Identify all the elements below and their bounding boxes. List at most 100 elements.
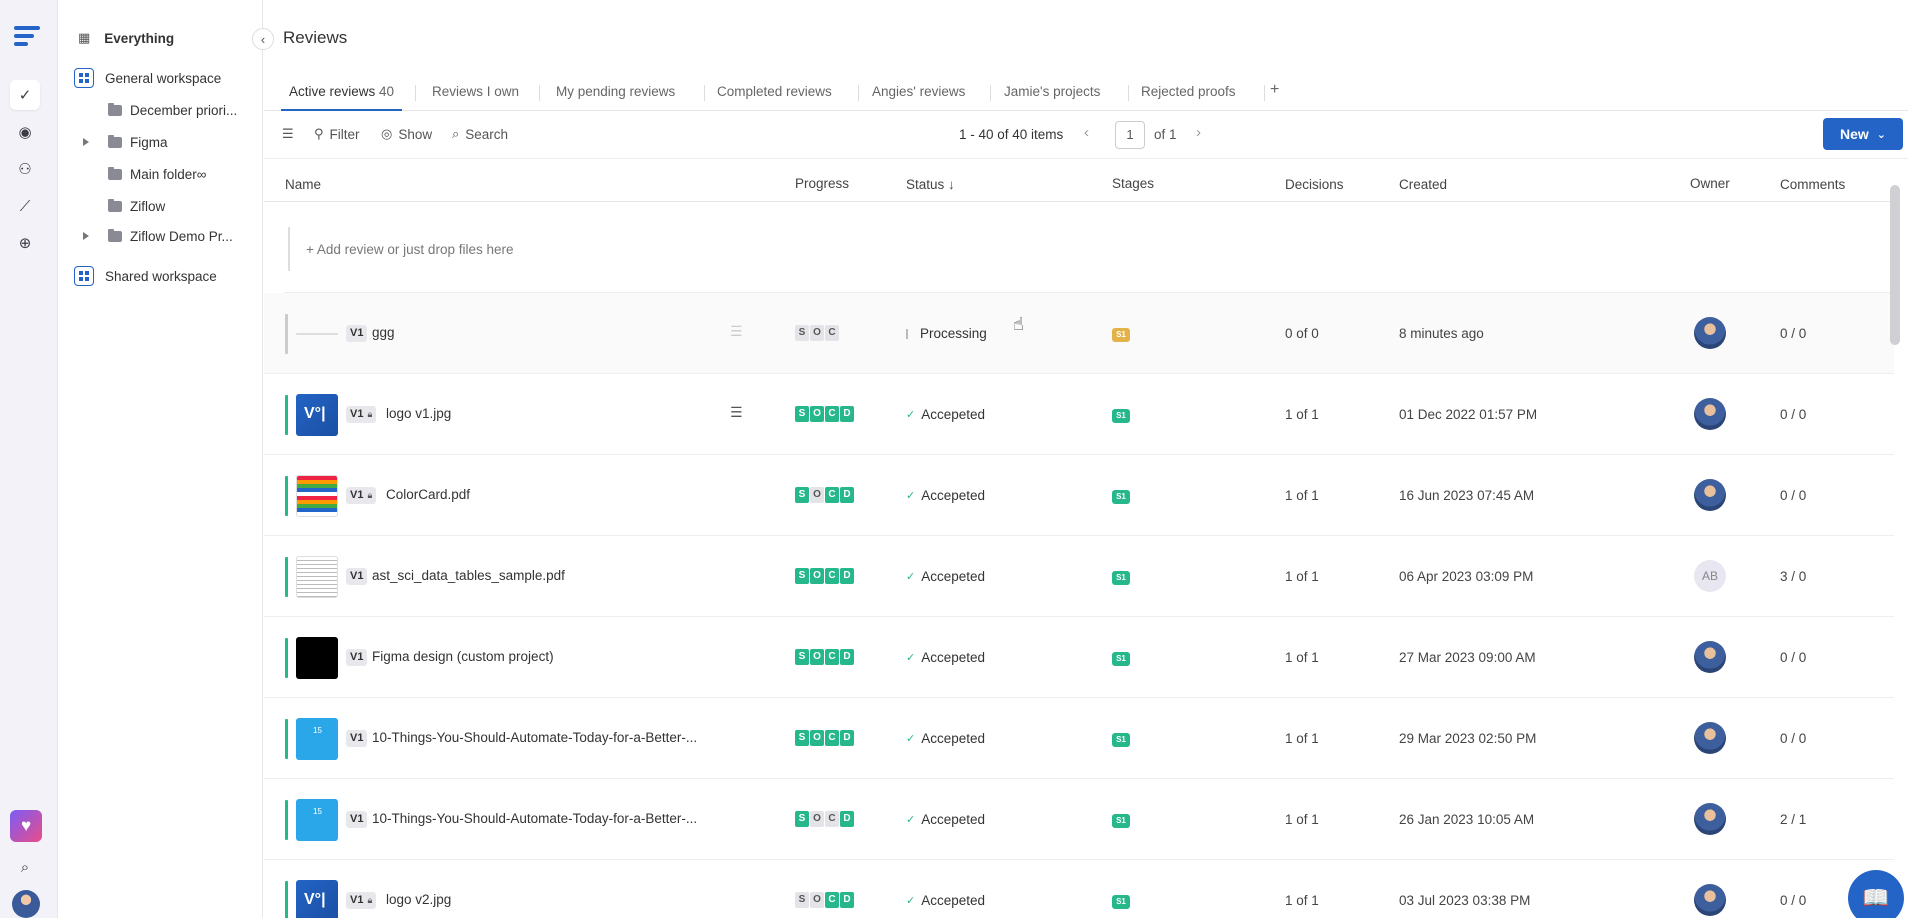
expand-caret-icon[interactable]: [83, 138, 89, 146]
file-name[interactable]: logo v1.jpg: [386, 406, 451, 421]
new-button[interactable]: New ⌄: [1823, 118, 1903, 150]
filter-button[interactable]: ⚲ Filter: [314, 126, 360, 142]
col-comments[interactable]: Comments: [1780, 177, 1845, 192]
tab-reviews-i-own[interactable]: Reviews I own: [432, 84, 519, 99]
add-review-row[interactable]: + Add review or just drop files here: [284, 205, 1894, 293]
status-label: Processing: [920, 326, 987, 341]
avatar[interactable]: [1694, 884, 1726, 916]
mouse-cursor-icon: ☝: [1013, 314, 1024, 334]
file-name[interactable]: logo v2.jpg: [386, 892, 451, 907]
col-status[interactable]: Status ↓: [906, 177, 955, 192]
thumbnail[interactable]: [296, 556, 338, 598]
thumbnail[interactable]: [296, 718, 338, 760]
file-name[interactable]: ggg: [372, 325, 395, 340]
tab-jamies-projects[interactable]: Jamie's projects: [1004, 84, 1100, 99]
stage-badge[interactable]: S1: [1112, 409, 1130, 423]
heart-icon[interactable]: ♥: [10, 810, 42, 842]
sidebar-item-shared-workspace[interactable]: Shared workspace: [58, 262, 217, 290]
stage-badge[interactable]: S1: [1112, 733, 1130, 747]
stage-badge[interactable]: S1: [1112, 571, 1130, 585]
thumbnail[interactable]: [296, 475, 338, 517]
page-input[interactable]: 1: [1115, 121, 1145, 149]
file-name[interactable]: ast_sci_data_tables_sample.pdf: [372, 568, 565, 583]
avatar[interactable]: [1694, 479, 1726, 511]
tab-my-pending-reviews[interactable]: My pending reviews: [556, 84, 675, 99]
collapse-sidebar-button[interactable]: ‹: [252, 28, 274, 50]
row-accent: [285, 638, 288, 678]
avatar[interactable]: [1694, 722, 1726, 754]
col-created[interactable]: Created: [1399, 177, 1447, 192]
thumbnail[interactable]: [296, 799, 338, 841]
eye-icon[interactable]: ◉: [13, 120, 37, 144]
search-button[interactable]: ⌕ Search: [452, 126, 508, 142]
progress-step: O: [810, 892, 824, 908]
thumbnail[interactable]: [296, 880, 338, 918]
people-icon[interactable]: ⚇: [13, 157, 37, 181]
stage-badge[interactable]: S1: [1112, 328, 1130, 342]
tab-angies-reviews[interactable]: Angies' reviews: [872, 84, 965, 99]
thumbnail[interactable]: [296, 333, 338, 335]
thumbnail[interactable]: [296, 394, 338, 436]
stage-badge[interactable]: S1: [1112, 895, 1130, 909]
progress-steps: SOCD: [795, 406, 854, 422]
table-row[interactable]: V1 ggg ☰ S O C Processing S1 0 of 0 8 minutes ago…: [264, 293, 1894, 374]
logo-icon[interactable]: [14, 26, 40, 52]
comments-menu-icon[interactable]: ☰: [730, 323, 743, 340]
progress-step: C: [825, 406, 839, 422]
file-name[interactable]: Figma design (custom project): [372, 649, 554, 664]
scrollbar[interactable]: [1890, 185, 1900, 345]
show-button[interactable]: ◎ Show: [381, 126, 432, 142]
avatar[interactable]: [12, 890, 40, 918]
table-row[interactable]: V1 🔒︎ ColorCard.pdf S O C D ✓ Accepeted S1 1 of 1 1…: [264, 455, 1894, 536]
table-row[interactable]: V1🔒︎ logo v2.jpg SOCD ✓ Accepeted S1 1 of 1 03 …: [264, 860, 1894, 918]
table-row[interactable]: V1 10-Things-You-Should-Automate-Today-fo…: [264, 779, 1894, 860]
sidebar-item-main-folder[interactable]: Main folder∞: [108, 160, 206, 188]
sidebar-item-ziflow[interactable]: Ziflow: [108, 192, 165, 220]
list-view-icon[interactable]: ☰: [282, 126, 300, 142]
avatar[interactable]: [1694, 317, 1726, 349]
file-name[interactable]: ColorCard.pdf: [386, 487, 470, 502]
plus-circle-icon[interactable]: ⊕: [13, 231, 37, 255]
stage-badge[interactable]: S1: [1112, 490, 1130, 504]
check-icon[interactable]: ✓: [10, 80, 40, 110]
help-book-icon[interactable]: 📖: [1848, 870, 1904, 918]
sidebar-item-figma[interactable]: Figma: [83, 128, 168, 156]
tab-active-reviews[interactable]: Active reviews 40: [280, 84, 403, 111]
col-progress[interactable]: Progress: [795, 176, 849, 191]
tab-completed-reviews[interactable]: Completed reviews: [717, 84, 832, 99]
chart-icon[interactable]: ⟋: [13, 194, 37, 218]
file-name[interactable]: 10-Things-You-Should-Automate-Today-for-…: [372, 811, 697, 826]
comments-menu-icon[interactable]: ☰: [730, 404, 743, 421]
search-icon[interactable]: ⌕: [13, 855, 37, 879]
avatar[interactable]: [1694, 803, 1726, 835]
stage-badge[interactable]: S1: [1112, 652, 1130, 666]
sidebar-item-everything[interactable]: ▦ Everything: [58, 24, 174, 52]
next-page-icon[interactable]: ›: [1196, 124, 1201, 141]
thumbnail[interactable]: [296, 637, 338, 679]
sidebar-item-general-workspace[interactable]: General workspace: [58, 64, 221, 92]
file-name[interactable]: 10-Things-You-Should-Automate-Today-for-…: [372, 730, 697, 745]
avatar[interactable]: AB: [1694, 560, 1726, 592]
sidebar-item-ziflow-demo[interactable]: Ziflow Demo Pr...: [83, 222, 233, 250]
col-stages[interactable]: Stages: [1112, 176, 1154, 191]
tab-rejected-proofs[interactable]: Rejected proofs: [1141, 84, 1236, 99]
table-row[interactable]: V1 Figma design (custom project) S O C D ✓ Acce…: [264, 617, 1894, 698]
table-row[interactable]: V1 10-Things-You-Should-Automate-Today-fo…: [264, 698, 1894, 779]
spinner-icon: [906, 328, 908, 339]
col-name[interactable]: Name: [285, 177, 321, 192]
sidebar-item-december[interactable]: December priori...: [108, 96, 237, 124]
avatar[interactable]: [1694, 641, 1726, 673]
add-review-text[interactable]: + Add review or just drop files here: [306, 242, 513, 257]
add-tab-button[interactable]: +: [1270, 81, 1279, 99]
version-label: V1: [350, 651, 364, 663]
table-row[interactable]: V1🔒︎ logo v1.jpg ☰ SOCD ✓ Accepeted S1 1 of 1 01…: [264, 374, 1894, 455]
avatar[interactable]: [1694, 398, 1726, 430]
col-owner[interactable]: Owner: [1690, 176, 1730, 191]
expand-caret-icon[interactable]: [83, 232, 89, 240]
stage-badge[interactable]: S1: [1112, 814, 1130, 828]
comments-cell: 3 / 0: [1780, 569, 1807, 584]
table-row[interactable]: V1 ast_sci_data_tables_sample.pdf S O C D ✓ Acc…: [264, 536, 1894, 617]
progress-step: S: [795, 649, 809, 665]
prev-page-icon[interactable]: ‹: [1084, 124, 1089, 141]
col-decisions[interactable]: Decisions: [1285, 177, 1344, 192]
